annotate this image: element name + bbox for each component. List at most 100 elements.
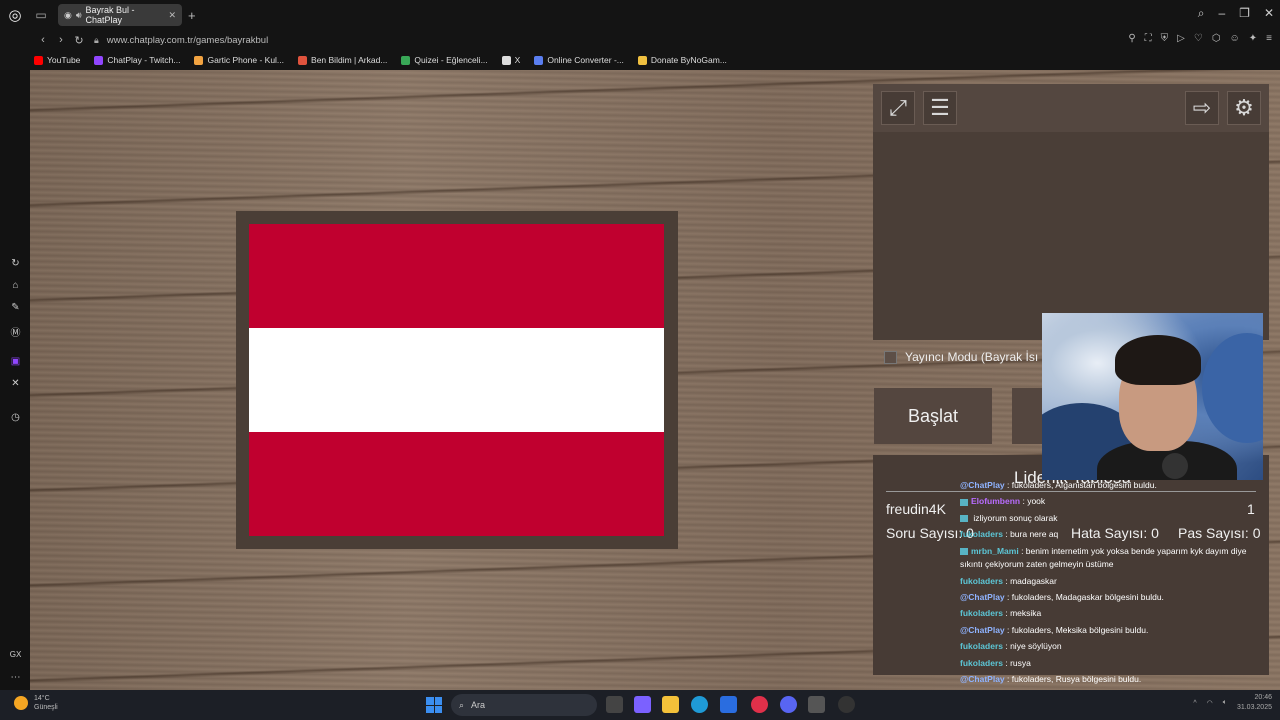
youtube-icon bbox=[34, 55, 43, 65]
chat-username[interactable]: @ChatPlay bbox=[960, 625, 1005, 635]
chat-text: : fukoladers, Madagaskar bölgesini buldu… bbox=[1004, 592, 1164, 603]
reload-icon[interactable]: ↻ bbox=[70, 34, 88, 47]
tab-list-icon[interactable]: ▭ bbox=[30, 8, 52, 22]
tab-bayrak-bul[interactable]: ◉ 🔊︎ Bayrak Bul - ChatPlay ✕ bbox=[58, 4, 182, 26]
m-icon[interactable]: Ⓜ bbox=[9, 324, 22, 339]
chat-message: fukoladers : bura nere aq bbox=[960, 526, 1270, 542]
clock-icon[interactable]: ◷ bbox=[9, 412, 22, 423]
chat-message: @ChatPlay : fukoladers, Rusya bölgesini … bbox=[960, 671, 1270, 687]
chat-username[interactable]: fukoladers bbox=[960, 576, 1003, 586]
chat-username[interactable]: mrbn_Mami bbox=[971, 546, 1019, 556]
start-button[interactable]: Başlat bbox=[874, 388, 992, 444]
chat-username[interactable]: @ChatPlay bbox=[960, 480, 1005, 490]
notes-icon[interactable]: ⌂ bbox=[9, 280, 22, 291]
leaderboard-player-name: freudin4K bbox=[886, 501, 946, 517]
ai-icon[interactable]: ✦ bbox=[1249, 33, 1257, 44]
weather-widget[interactable]: 14°C Güneşli bbox=[14, 694, 58, 712]
pin-icon[interactable]: ⚲ bbox=[1128, 33, 1135, 44]
chat-text: : yook bbox=[1020, 496, 1046, 507]
weather-temp: 14°C bbox=[34, 695, 50, 702]
menu-icon[interactable]: ≡ bbox=[1266, 33, 1272, 44]
twitch-icon[interactable]: ▣ bbox=[9, 356, 22, 367]
discord-icon[interactable] bbox=[780, 696, 797, 713]
back-icon[interactable]: ‹ bbox=[34, 34, 52, 46]
chat-username[interactable]: fukoladers bbox=[960, 658, 1003, 668]
quizei-icon bbox=[401, 55, 411, 65]
microphone bbox=[1162, 453, 1188, 479]
weather-desc: Güneşli bbox=[34, 704, 58, 711]
streamer-mode-label: Yayıncı Modu (Bayrak İsı bbox=[905, 350, 1039, 364]
streamer-mode-checkbox[interactable] bbox=[884, 350, 897, 364]
clock-time: 20:46 bbox=[1254, 694, 1272, 701]
gartic-icon bbox=[194, 55, 204, 65]
more-icon[interactable]: ⋯ bbox=[9, 672, 22, 683]
lock-icon[interactable]: 🔒︎ bbox=[94, 35, 99, 46]
obs-icon[interactable] bbox=[808, 696, 825, 713]
maximize-icon[interactable]: ❐ bbox=[1239, 6, 1250, 21]
heart-icon[interactable]: ♡ bbox=[1194, 33, 1203, 44]
converter-icon bbox=[534, 55, 544, 65]
wifi-icon[interactable]: ◠ bbox=[1207, 699, 1213, 707]
search-icon[interactable]: ⌕ bbox=[1198, 6, 1205, 21]
chat-username[interactable]: @ChatPlay bbox=[960, 592, 1005, 602]
history-icon[interactable]: ↻ bbox=[9, 258, 22, 269]
bookmark-ben-bildim[interactable]: Ben Bildim | Arkad... bbox=[298, 55, 387, 65]
task-view-icon[interactable] bbox=[606, 696, 623, 713]
taskbar-search[interactable]: ⌕ Ara bbox=[451, 694, 597, 716]
flag-image bbox=[249, 224, 664, 536]
notes-list-icon[interactable]: ☰ bbox=[923, 91, 957, 125]
new-tab-icon[interactable]: + bbox=[188, 8, 196, 23]
chat-username[interactable]: Elofumbenn bbox=[971, 496, 1020, 506]
chat-username[interactable]: @ChatPlay bbox=[960, 674, 1005, 684]
streamer-mode-row[interactable]: Yayıncı Modu (Bayrak İsı bbox=[884, 350, 1038, 364]
tray-chevron-icon[interactable]: ^ bbox=[1193, 700, 1196, 707]
bookmark-gartic-phone[interactable]: Gartic Phone - Kul... bbox=[194, 55, 284, 65]
bookmark-donate[interactable]: Donate ByNoGam... bbox=[637, 55, 727, 65]
chat-username[interactable]: fukoladers bbox=[960, 529, 1003, 539]
flag-stripe-top bbox=[249, 224, 664, 328]
shield-icon[interactable]: ⛨ bbox=[1161, 33, 1169, 44]
close-window-icon[interactable]: ✕ bbox=[1264, 6, 1274, 21]
chat-message: fukoladers : rusya bbox=[960, 655, 1270, 671]
store-icon[interactable] bbox=[720, 696, 737, 713]
chat-message: mrbn_Mami : benim internetim yok yoksa b… bbox=[960, 543, 1270, 573]
file-explorer-icon[interactable] bbox=[662, 696, 679, 713]
bookmark-quizei[interactable]: Quizei - Eğlenceli... bbox=[401, 55, 488, 65]
copilot-icon[interactable] bbox=[634, 696, 651, 713]
tab-audio-icon[interactable]: 🔊︎ bbox=[76, 10, 82, 21]
play-icon[interactable]: ▷ bbox=[1177, 33, 1185, 44]
gx-label[interactable]: GX bbox=[9, 650, 22, 659]
bookmark-chatplay[interactable]: ChatPlay - Twitch... bbox=[94, 55, 180, 65]
opera-gx-icon[interactable] bbox=[751, 696, 768, 713]
profile-icon[interactable]: ☺ bbox=[1230, 33, 1240, 44]
bookmark-youtube[interactable]: YouTube bbox=[34, 55, 80, 65]
chat-badge-icon bbox=[960, 498, 968, 506]
x-social-icon[interactable]: ✕ bbox=[9, 378, 22, 389]
bookmark-online-converter[interactable]: Online Converter -... bbox=[534, 55, 624, 65]
edge-icon[interactable] bbox=[691, 696, 708, 713]
flag-stripe-bottom bbox=[249, 432, 664, 536]
fullscreen-icon[interactable]: ⤢ bbox=[881, 91, 915, 125]
settings-gear-icon[interactable]: ⚙ bbox=[1227, 91, 1261, 125]
tab-close-icon[interactable]: ✕ bbox=[168, 10, 176, 21]
bookmark-x[interactable]: X bbox=[501, 55, 520, 65]
pencil-icon[interactable]: ✎ bbox=[9, 302, 22, 313]
tab-title: Bayrak Bul - ChatPlay bbox=[85, 5, 135, 25]
volume-icon[interactable]: 🔈︎ bbox=[1223, 699, 1227, 707]
minimize-icon[interactable]: – bbox=[1218, 6, 1225, 21]
snapshot-icon[interactable]: ⛶ bbox=[1145, 33, 1152, 44]
clock[interactable]: 20:46 31.03.2025 bbox=[1237, 693, 1272, 713]
donate-icon bbox=[637, 55, 647, 65]
chat-text: : fukoladers, Meksika bölgesini buldu. bbox=[1004, 624, 1149, 635]
url-field[interactable]: www.chatplay.com.tr/games/bayrakbul bbox=[107, 35, 268, 46]
chat-text: : rusya bbox=[1003, 657, 1031, 668]
extensions-icon[interactable]: ⬡ bbox=[1212, 33, 1221, 44]
forward-icon[interactable]: › bbox=[52, 34, 70, 46]
steam-icon[interactable] bbox=[838, 696, 855, 713]
exit-icon[interactable]: ⇨ bbox=[1185, 91, 1219, 125]
chat-username[interactable]: fukoladers bbox=[960, 608, 1003, 618]
windows-start-icon[interactable] bbox=[426, 697, 442, 713]
chatplay-icon bbox=[94, 55, 104, 65]
chat-username[interactable]: fukoladers bbox=[960, 641, 1003, 651]
opera-gx-logo-icon[interactable]: ◎ bbox=[0, 0, 30, 30]
